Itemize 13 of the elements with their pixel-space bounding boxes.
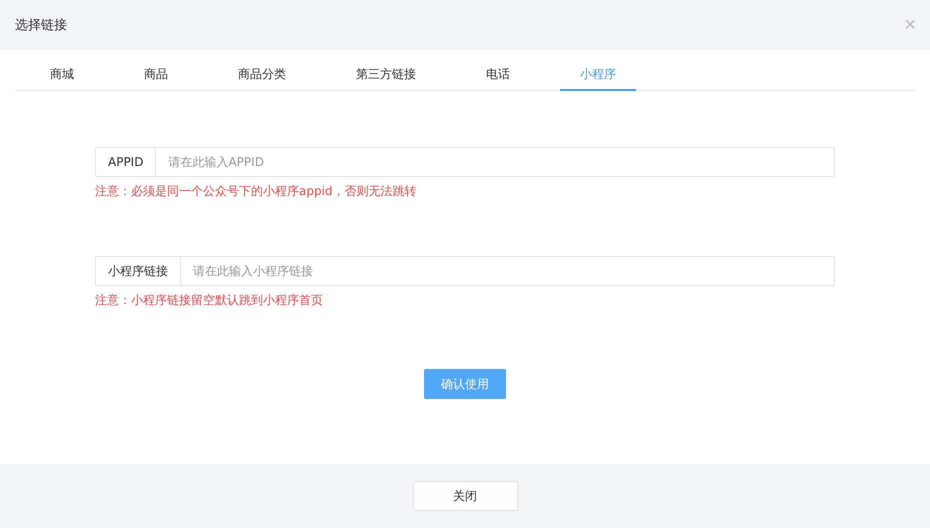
field-label: APPID [95,147,156,177]
input-field[interactable]: 请在此输入APPID [156,147,835,177]
tab[interactable]: 商品分类 [218,60,306,91]
tab[interactable]: 电话 [466,60,530,91]
tab[interactable]: 商品 [124,60,188,91]
input-field[interactable]: 请在此输入小程序链接 [181,256,835,286]
close-button[interactable]: 关闭 [412,481,518,511]
tab[interactable]: 商城 [30,60,94,91]
warning-note: 注意：小程序链接留空默认跳到小程序首页 [95,292,324,309]
dialog-title: 选择链接 [15,17,67,34]
tab[interactable]: 第三方链接 [336,60,436,91]
warning-note: 注意：必须是同一个公众号下的小程序appid，否则无法跳转 [95,183,418,200]
field-label: 小程序链接 [95,256,181,286]
